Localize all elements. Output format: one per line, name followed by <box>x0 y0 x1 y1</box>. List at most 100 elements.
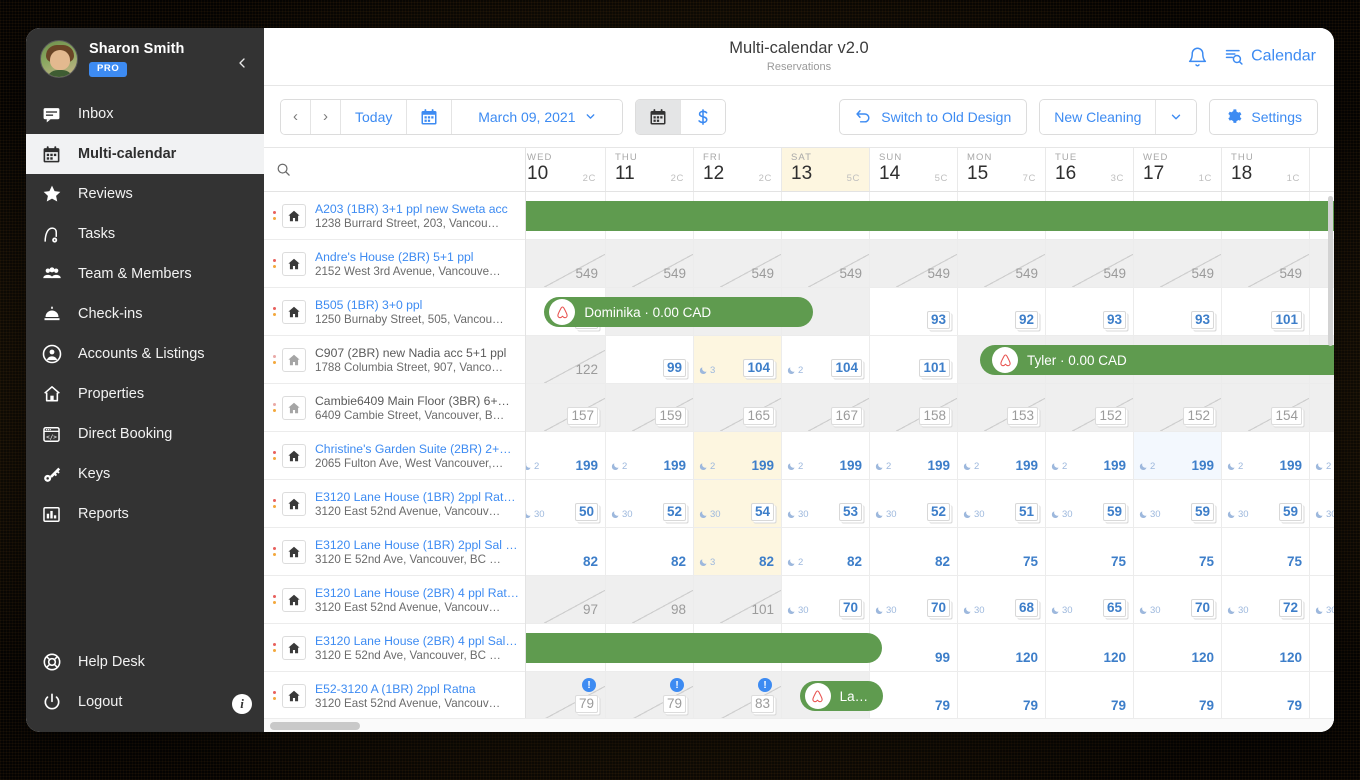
calendar-cell[interactable]: 3072 <box>1222 576 1310 623</box>
property-row[interactable]: E3120 Lane House (1BR) 2ppl Sal …3120 E … <box>264 528 525 576</box>
property-row[interactable]: Andre's House (2BR) 5+1 ppl2152 West 3rd… <box>264 240 525 288</box>
cell-price[interactable]: 82 <box>847 554 862 569</box>
calendar-cell[interactable]: 3070 <box>1134 576 1222 623</box>
calendar-cell[interactable]: 2199 <box>1134 432 1222 479</box>
calendar-cell[interactable]: 282 <box>782 528 870 575</box>
cell-price[interactable]: 82 <box>583 554 598 569</box>
cell-price[interactable]: 199 <box>1279 458 1302 473</box>
calendar-cell[interactable]: 75 <box>958 528 1046 575</box>
cell-price[interactable]: 199 <box>751 458 774 473</box>
home-icon[interactable] <box>282 396 306 420</box>
calendar-cell[interactable]: 2199 <box>694 432 782 479</box>
sidebar-item-keys[interactable]: Keys <box>26 454 264 494</box>
calendar-cell[interactable]: 79 <box>1046 672 1134 719</box>
property-search[interactable] <box>264 148 526 191</box>
cell-price[interactable]: 79 <box>1111 698 1126 713</box>
cell-price[interactable]: 99 <box>935 650 950 665</box>
cell-price[interactable]: 79 <box>935 698 950 713</box>
cell-price[interactable]: 549 <box>575 266 598 281</box>
calendar-cell[interactable]: 2199 <box>526 432 606 479</box>
cell-price[interactable]: 120 <box>1015 650 1038 665</box>
calendar-cell[interactable]: !79 <box>526 672 606 719</box>
new-cleaning-button[interactable]: New Cleaning <box>1040 100 1156 134</box>
cell-price[interactable]: 79 <box>1023 698 1038 713</box>
sidebar-item-properties[interactable]: Properties <box>26 374 264 414</box>
cell-price[interactable]: 75 <box>1023 554 1038 569</box>
cell-price[interactable]: 122 <box>575 362 598 377</box>
property-row[interactable]: E3120 Lane House (1BR) 2ppl Rat…3120 Eas… <box>264 480 525 528</box>
home-icon[interactable] <box>282 444 306 468</box>
cell-price[interactable]: 549 <box>663 266 686 281</box>
dollar-icon[interactable] <box>681 100 725 134</box>
cell-price[interactable]: 75 <box>1199 554 1214 569</box>
calendar-cell[interactable]: 3050 <box>526 480 606 527</box>
calendar-cell[interactable]: 3070 <box>782 576 870 623</box>
calendar-cell[interactable]: 79 <box>958 672 1046 719</box>
cell-price[interactable]: 54 <box>751 503 774 521</box>
new-cleaning-dropdown-button[interactable] <box>1156 100 1196 134</box>
calendar-cell[interactable]: 3054 <box>694 480 782 527</box>
calendar-cell[interactable]: 549 <box>1222 240 1310 287</box>
vertical-scrollbar-thumb[interactable] <box>1328 196 1333 346</box>
reservation-bar[interactable] <box>526 633 882 663</box>
calendar-cell[interactable]: 167 <box>782 384 870 431</box>
calendar-cell[interactable]: !83 <box>694 672 782 719</box>
search-input[interactable] <box>299 162 513 177</box>
cell-price[interactable]: 120 <box>1191 650 1214 665</box>
property-row[interactable]: E3120 Lane House (2BR) 4 ppl Rat…3120 Ea… <box>264 576 525 624</box>
day-header[interactable]: TUE163C <box>1046 148 1134 191</box>
calendar-cell[interactable]: 2199 <box>606 432 694 479</box>
sidebar-item-reports[interactable]: Reports <box>26 494 264 534</box>
cell-price[interactable]: 199 <box>1015 458 1038 473</box>
cell-price[interactable]: 82 <box>935 554 950 569</box>
calendar-cell[interactable]: 549 <box>526 240 606 287</box>
calendar-cell[interactable]: 82 <box>526 528 606 575</box>
info-badge[interactable]: i <box>232 694 252 714</box>
switch-to-old-design-button[interactable]: Switch to Old Design <box>839 99 1027 135</box>
cell-price[interactable]: 199 <box>927 458 950 473</box>
calendar-cell[interactable]: 75 <box>1046 528 1134 575</box>
vertical-scrollbar[interactable] <box>1327 192 1334 718</box>
calendar-cell[interactable]: 3053 <box>782 480 870 527</box>
sidebar-item-logout[interactable]: Logout <box>26 682 264 722</box>
calendar-cell[interactable]: 3068 <box>958 576 1046 623</box>
reservation-bar[interactable] <box>526 201 1334 231</box>
home-icon[interactable] <box>282 300 306 324</box>
calendar-cell[interactable]: 152 <box>1134 384 1222 431</box>
calendar-cell[interactable]: 120 <box>1046 624 1134 671</box>
next-period-button[interactable]: › <box>311 100 341 134</box>
calendar-cell[interactable]: 79 <box>1222 672 1310 719</box>
date-selector[interactable]: March 09, 2021 <box>452 100 622 134</box>
cell-price[interactable]: 549 <box>1279 266 1302 281</box>
calendar-grid-icon[interactable] <box>636 100 681 134</box>
calendar-cell[interactable]: 549 <box>1046 240 1134 287</box>
property-name[interactable]: C907 (2BR) new Nadia acc 5+1 ppl <box>315 346 519 360</box>
cell-price[interactable]: 165 <box>743 407 774 425</box>
calendar-cell[interactable]: 2199 <box>870 432 958 479</box>
calendar-cell[interactable]: 101 <box>1222 288 1310 335</box>
property-row[interactable]: Cambie6409 Main Floor (3BR) 6+…6409 Camb… <box>264 384 525 432</box>
home-icon[interactable] <box>282 684 306 708</box>
property-name[interactable]: E3120 Lane House (1BR) 2ppl Sal … <box>315 538 519 552</box>
property-name[interactable]: E3120 Lane House (2BR) 4 ppl Rat… <box>315 586 519 600</box>
property-row[interactable]: E52-3120 A (1BR) 2ppl Ratna3120 East 52n… <box>264 672 525 720</box>
calendar-cell[interactable]: 153 <box>958 384 1046 431</box>
property-name[interactable]: A203 (1BR) 3+1 ppl new Sweta acc <box>315 202 519 216</box>
cell-price[interactable]: 157 <box>567 407 598 425</box>
calendar-cell[interactable]: 549 <box>606 240 694 287</box>
cell-price[interactable]: 120 <box>1279 650 1302 665</box>
alert-icon[interactable]: ! <box>582 678 596 692</box>
day-header[interactable]: MON157C <box>958 148 1046 191</box>
calendar-cell[interactable]: 165 <box>694 384 782 431</box>
calendar-cell[interactable]: 549 <box>1134 240 1222 287</box>
cell-price[interactable]: 83 <box>751 695 774 713</box>
day-header[interactable]: SUN145C <box>870 148 958 191</box>
reservation-bar[interactable]: La… <box>800 681 884 711</box>
sidebar-item-help-desk[interactable]: Help Desk <box>26 642 264 682</box>
property-row[interactable]: C907 (2BR) new Nadia acc 5+1 ppl1788 Col… <box>264 336 525 384</box>
day-header[interactable]: THU181C <box>1222 148 1310 191</box>
home-icon[interactable] <box>282 204 306 228</box>
calendar-cell[interactable]: 120 <box>1222 624 1310 671</box>
cell-price[interactable]: 549 <box>1015 266 1038 281</box>
cell-price[interactable]: 199 <box>1191 458 1214 473</box>
